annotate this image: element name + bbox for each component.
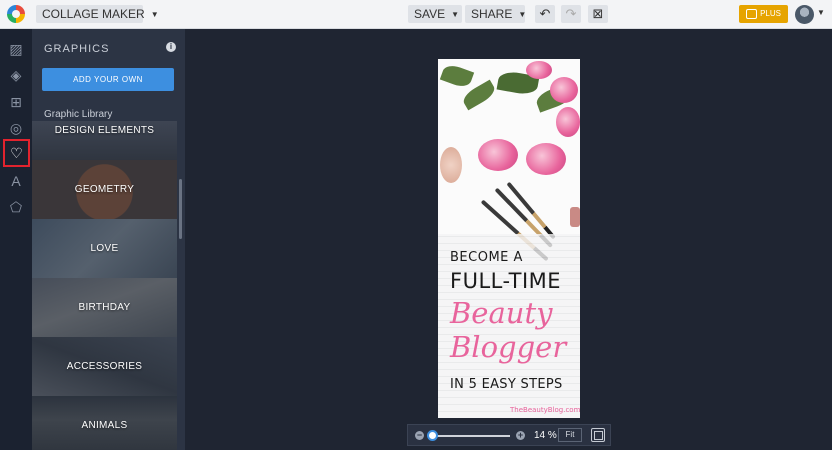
zoom-slider-thumb[interactable]: [427, 430, 438, 441]
panel-scrollbar[interactable]: [179, 179, 182, 239]
panel-title: GRAPHICS: [44, 43, 110, 55]
app-logo-icon[interactable]: [7, 5, 25, 23]
save-button-label: SAVE: [414, 7, 446, 21]
zoom-bar: − + 14 % Fit: [407, 424, 611, 446]
canvas-text-line3[interactable]: Beauty: [450, 296, 552, 330]
plus-label: PLUS: [760, 9, 781, 18]
tile-label: BIRTHDAY: [78, 302, 131, 313]
rose-graphic: [556, 107, 580, 137]
mode-dropdown-label: COLLAGE MAKER: [42, 7, 145, 21]
add-your-own-button[interactable]: ADD YOUR OWN: [42, 68, 174, 91]
canvas-text-line5[interactable]: IN 5 EASY STEPS: [450, 377, 563, 392]
tool-rail: ▨ ◈ ⊞ ◎ ♡ A ⬠: [0, 29, 32, 450]
close-project-button[interactable]: ⊠: [588, 5, 608, 23]
layout-grid-icon[interactable]: ⊞: [4, 90, 28, 114]
rose-graphic: [526, 143, 566, 175]
info-icon[interactable]: i: [166, 42, 176, 52]
rose-graphic: [550, 77, 578, 103]
library-tile-accessories[interactable]: ACCESSORIES: [32, 337, 177, 396]
chevron-down-icon: ▼: [518, 10, 527, 19]
redo-icon: ↷: [565, 6, 577, 21]
library-tile-love[interactable]: LOVE: [32, 219, 177, 278]
leaf-graphic: [439, 62, 475, 90]
share-button-label: SHARE: [471, 7, 513, 21]
save-button[interactable]: SAVE ▼: [408, 5, 462, 23]
image-icon[interactable]: ▨: [4, 37, 28, 61]
library-tile-geometry[interactable]: GEOMETRY: [32, 160, 177, 219]
library-tile-design-elements[interactable]: DESIGN ELEMENTS: [32, 121, 177, 160]
rose-graphic: [526, 61, 552, 79]
plus-upgrade-button[interactable]: PLUS: [739, 5, 788, 23]
undo-icon: ↶: [539, 6, 551, 21]
canvas-watermark[interactable]: TheBeautyBlog.com: [510, 406, 580, 414]
canvas-text-line2[interactable]: FULL-TIME: [450, 269, 561, 293]
crown-icon: [746, 9, 757, 19]
chevron-down-icon: ▼: [150, 10, 159, 19]
share-button[interactable]: SHARE ▼: [465, 5, 527, 23]
fullscreen-icon[interactable]: [591, 428, 605, 442]
tile-label: GEOMETRY: [74, 184, 135, 195]
chevron-down-icon[interactable]: ▼: [817, 8, 825, 17]
redo-button[interactable]: ↷: [561, 5, 581, 23]
text-icon[interactable]: A: [4, 169, 28, 193]
canvas-text-line4[interactable]: Blogger: [450, 330, 566, 364]
graphic-library-label: Graphic Library: [44, 109, 113, 120]
paint-bucket-icon[interactable]: ◈: [4, 63, 28, 87]
library-tile-birthday[interactable]: BIRTHDAY: [32, 278, 177, 337]
zoom-in-icon[interactable]: +: [516, 431, 525, 440]
compact-graphic: [570, 207, 580, 227]
tile-label: ANIMALS: [81, 420, 128, 431]
fit-button[interactable]: Fit: [558, 428, 582, 442]
graphic-library-list: DESIGN ELEMENTS GEOMETRY LOVE BIRTHDAY A…: [32, 121, 177, 450]
zoom-value: 14 %: [534, 430, 557, 441]
mode-dropdown[interactable]: COLLAGE MAKER ▼: [36, 5, 159, 23]
canvas-text-line1[interactable]: BECOME A: [450, 250, 523, 265]
top-toolbar: COLLAGE MAKER ▼ SAVE ▼ SHARE ▼ ↶ ↷ ⊠ PLUS ▼: [0, 0, 832, 29]
tile-label: DESIGN ELEMENTS: [54, 125, 155, 136]
powder-graphic: [440, 147, 462, 183]
close-icon: ⊠: [592, 6, 604, 21]
heart-icon[interactable]: ♡: [3, 139, 30, 167]
chevron-down-icon: ▼: [451, 10, 460, 19]
rose-graphic: [478, 139, 518, 171]
undo-button[interactable]: ↶: [535, 5, 555, 23]
tile-label: ACCESSORIES: [66, 361, 143, 372]
zoom-out-icon[interactable]: −: [415, 431, 424, 440]
design-canvas[interactable]: BECOME A FULL-TIME Beauty Blogger IN 5 E…: [438, 59, 580, 418]
zoom-slider-track[interactable]: [430, 435, 510, 437]
tile-label: LOVE: [90, 243, 119, 254]
avatar[interactable]: [795, 5, 814, 24]
rings-icon[interactable]: ◎: [4, 116, 28, 140]
graphics-panel: GRAPHICS i ADD YOUR OWN Graphic Library …: [32, 29, 185, 450]
library-tile-animals[interactable]: ANIMALS: [32, 396, 177, 450]
eraser-icon[interactable]: ⬠: [4, 195, 28, 219]
